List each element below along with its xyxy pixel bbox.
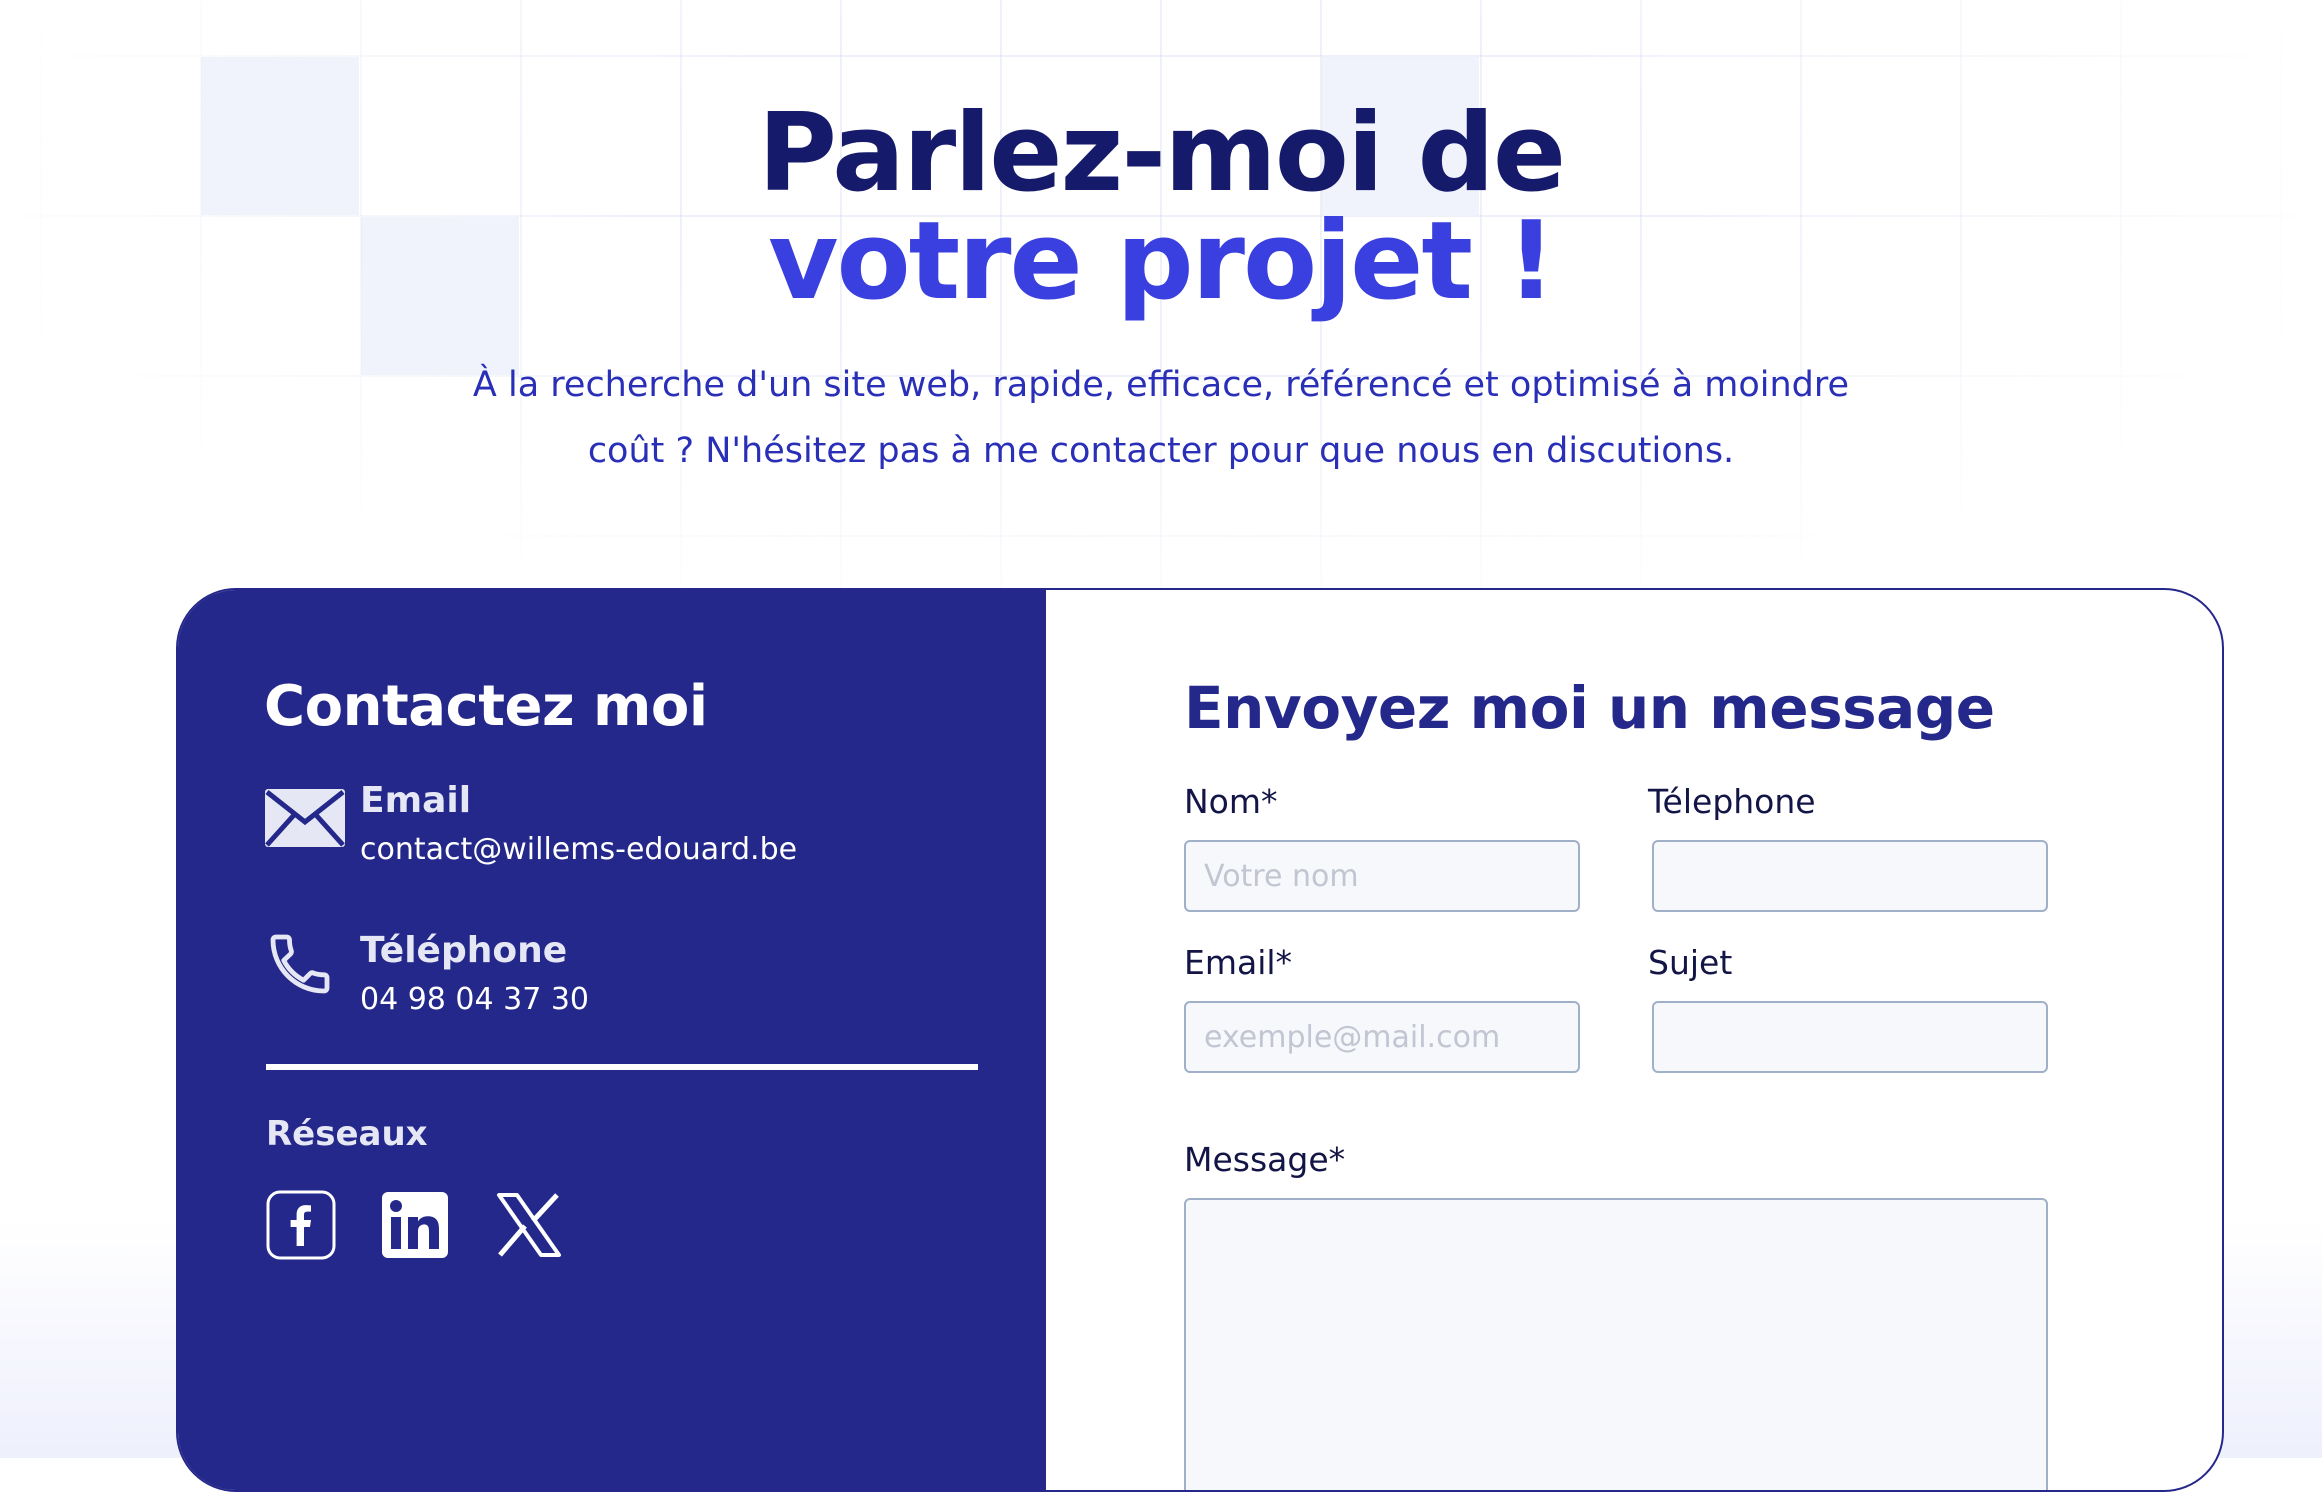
page-subtitle: À la recherche d'un site web, rapide, ef… <box>431 352 1891 484</box>
contact-info-panel: Contactez moi Email contact@willems-edou… <box>178 590 1046 1490</box>
phone-label: Télephone <box>1648 782 1816 821</box>
subject-input[interactable] <box>1652 1001 2048 1073</box>
contact-phone-label: Téléphone <box>360 930 568 971</box>
contact-title: Contactez moi <box>264 674 708 739</box>
form-title: Envoyez moi un message <box>1184 674 1995 742</box>
linkedin-icon <box>382 1192 448 1258</box>
hero-section: Parlez-moi de votre projet ! À la recher… <box>0 100 2322 484</box>
contact-email-value[interactable]: contact@willems-edouard.be <box>360 832 797 867</box>
x-link[interactable] <box>494 1190 564 1260</box>
message-textarea[interactable] <box>1184 1198 2048 1490</box>
envelope-icon <box>265 789 345 847</box>
message-form: Envoyez moi un message Nom* Télephone Em… <box>1046 590 2222 1490</box>
page-title-line-1: Parlez-moi de <box>757 91 1566 216</box>
phone-input[interactable] <box>1652 840 2048 912</box>
phone-icon <box>270 934 330 994</box>
page-title: Parlez-moi de votre projet ! <box>0 100 2322 316</box>
page-subtitle-line-1: À la recherche d'un site web, rapide, ef… <box>472 365 1850 405</box>
email-label: Email* <box>1184 943 1293 982</box>
divider <box>266 1064 978 1070</box>
x-icon <box>497 1193 561 1257</box>
linkedin-link[interactable] <box>380 1190 450 1260</box>
message-label: Message* <box>1184 1140 1346 1179</box>
contact-phone-value[interactable]: 04 98 04 37 30 <box>360 982 589 1017</box>
contact-card: Contactez moi Email contact@willems-edou… <box>176 588 2224 1492</box>
networks-label: Réseaux <box>266 1114 428 1154</box>
email-input[interactable] <box>1184 1001 1580 1073</box>
facebook-icon <box>266 1190 336 1260</box>
name-input[interactable] <box>1184 840 1580 912</box>
contact-email-label: Email <box>360 780 472 821</box>
subject-label: Sujet <box>1648 943 1733 982</box>
page-title-line-2: votre projet ! <box>768 199 1556 324</box>
page-subtitle-line-2: coût ? N'hésitez pas à me contacter pour… <box>587 431 1735 471</box>
name-label: Nom* <box>1184 782 1278 821</box>
facebook-link[interactable] <box>266 1190 336 1260</box>
